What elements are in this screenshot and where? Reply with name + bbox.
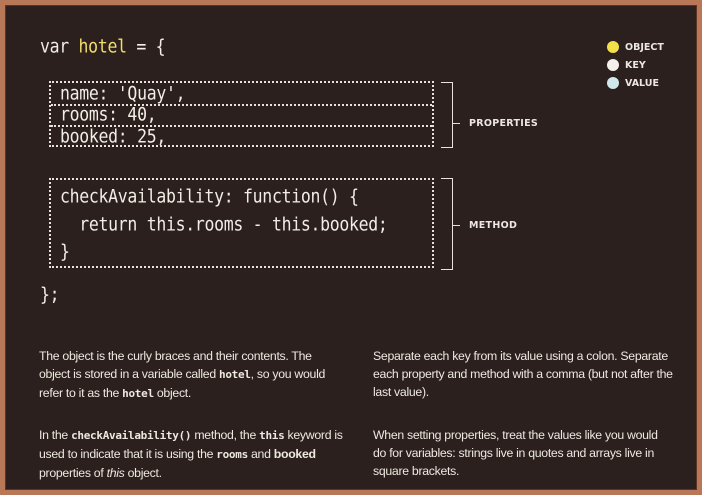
method-line-2: return this.rooms - this.booked; bbox=[60, 213, 388, 235]
legend-object: OBJECT bbox=[607, 41, 664, 53]
method-bracket bbox=[441, 178, 453, 270]
legend-label: OBJECT bbox=[625, 41, 664, 53]
note-this: In the checkAvailability() method, the t… bbox=[39, 428, 343, 480]
book-page: var hotel = { name: 'Quay', rooms: 40, b… bbox=[5, 5, 697, 490]
note-values: When setting properties, treat the value… bbox=[373, 428, 658, 478]
code-close-brace: }; bbox=[40, 283, 60, 305]
property-booked: booked: 25, bbox=[60, 125, 166, 147]
method-line-1: checkAvailability: function() { bbox=[60, 185, 359, 207]
legend-key: KEY bbox=[607, 59, 646, 71]
note-object: The object is the curly braces and their… bbox=[39, 349, 326, 400]
legend-value: VALUE bbox=[607, 77, 659, 89]
yellow-dot-icon bbox=[607, 41, 619, 53]
property-rooms: rooms: 40, bbox=[60, 103, 157, 125]
white-dot-icon bbox=[607, 59, 619, 71]
properties-label: PROPERTIES bbox=[469, 118, 539, 129]
method-label: METHOD bbox=[469, 220, 518, 231]
code-open-brace: = { bbox=[126, 35, 166, 57]
bracket-tick bbox=[453, 123, 460, 124]
blue-dot-icon bbox=[607, 77, 619, 89]
code-var: var bbox=[40, 35, 79, 57]
legend-label: KEY bbox=[625, 59, 646, 71]
method-line-3: } bbox=[60, 240, 70, 262]
note-separators: Separate each key from its value using a… bbox=[373, 349, 673, 399]
code-object-name: hotel bbox=[78, 35, 127, 57]
properties-bracket bbox=[441, 82, 453, 148]
bracket-tick bbox=[453, 225, 460, 226]
code-line-var: var hotel = { bbox=[40, 35, 166, 57]
legend-label: VALUE bbox=[625, 77, 659, 89]
property-name: name: 'Quay', bbox=[60, 82, 186, 104]
